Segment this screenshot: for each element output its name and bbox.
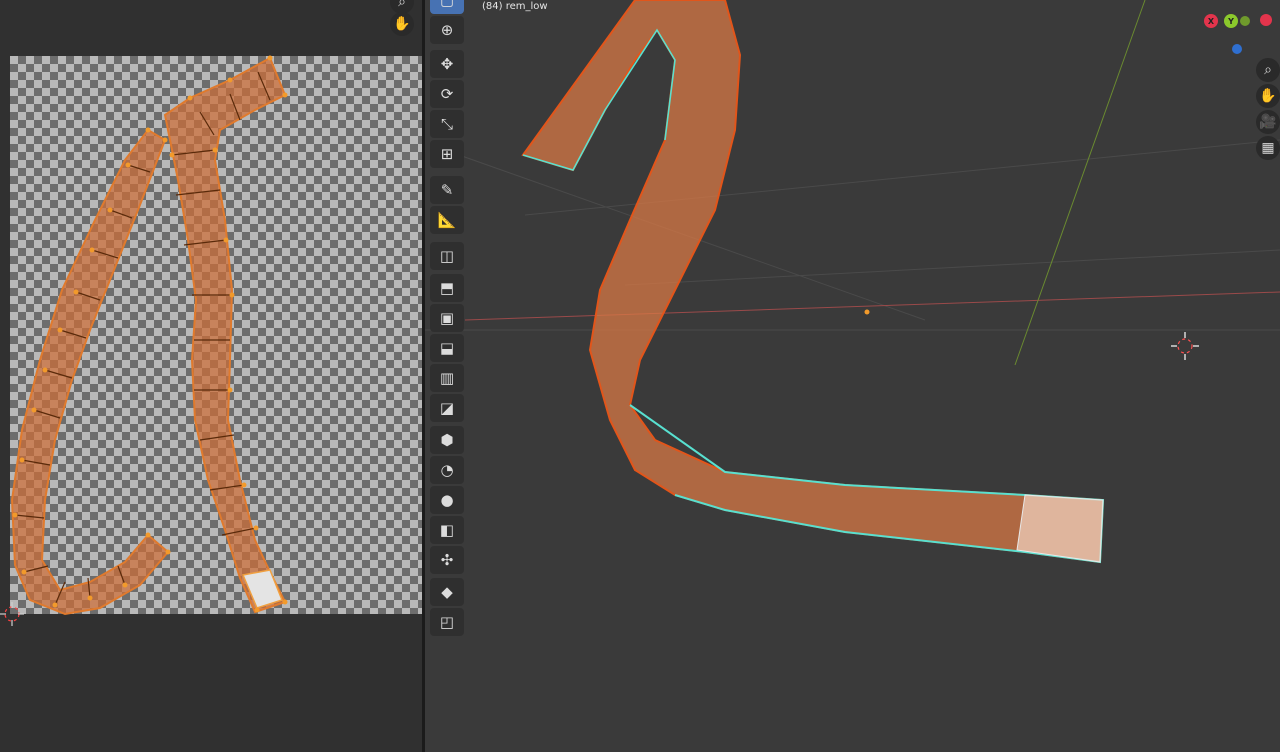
mesh-object-rem-low[interactable]: [521, 0, 1105, 564]
camera-icon[interactable]: 🎥: [1256, 110, 1280, 134]
inset-icon[interactable]: ▣: [430, 304, 464, 332]
viewport-toolbar: ▢ ⊕ ✥ ⟳ ⤡ ⊞ ✎ 📐 ◫ ⬒ ▣ ⬓ ▥ ◪ ⬢ ◔ ● ◧ ✣ ◆ …: [430, 0, 466, 640]
move-icon[interactable]: ✥: [430, 50, 464, 78]
mesh-selected-face[interactable]: [1016, 494, 1104, 563]
uv-cursor-icon[interactable]: [0, 602, 24, 626]
rip-icon[interactable]: ◰: [430, 608, 464, 636]
poly-build-icon[interactable]: ⬢: [430, 426, 464, 454]
measure-icon[interactable]: 📐: [430, 206, 464, 234]
uv-island-left[interactable]: [10, 128, 170, 616]
3d-viewport[interactable]: [425, 0, 1280, 752]
object-origin: [864, 309, 870, 315]
knife-icon[interactable]: ◪: [430, 394, 464, 422]
rotate-icon[interactable]: ⟳: [430, 80, 464, 108]
smooth-icon[interactable]: ●: [430, 486, 464, 514]
bevel-icon[interactable]: ⬓: [430, 334, 464, 362]
viewport-grid: [425, 139, 1280, 331]
spin-icon[interactable]: ◔: [430, 456, 464, 484]
edge-slide-icon[interactable]: ◧: [430, 516, 464, 544]
add-cube-icon[interactable]: ◫: [430, 242, 464, 270]
annotate-icon[interactable]: ✎: [430, 176, 464, 204]
hand-icon[interactable]: ✋: [390, 12, 414, 36]
object-label: (84) rem_low: [482, 1, 548, 12]
x-axis-icon[interactable]: [1260, 14, 1272, 26]
uv-islands[interactable]: [0, 0, 422, 752]
navigation-gizmo[interactable]: X Y: [1200, 4, 1280, 64]
viewport-scene[interactable]: [425, 0, 1280, 752]
z-axis-icon[interactable]: [1232, 44, 1242, 54]
hand-icon[interactable]: ✋: [1256, 84, 1280, 108]
zoom-icon[interactable]: ⌕: [1256, 58, 1280, 82]
y-axis-line: [1014, 0, 1146, 366]
x-axis-line: [464, 291, 1280, 321]
viewport-nav-buttons: ⌕ ✋ 🎥 ▦: [1256, 58, 1280, 168]
uv-selected-face[interactable]: [241, 569, 283, 609]
select-box-icon[interactable]: ▢: [430, 0, 464, 14]
3d-cursor-icon[interactable]: [1171, 332, 1199, 360]
shear-icon[interactable]: ◆: [430, 578, 464, 606]
shrink-fatten-icon[interactable]: ✣: [430, 546, 464, 574]
cursor-icon[interactable]: ⊕: [430, 16, 464, 44]
loop-cut-icon[interactable]: ▥: [430, 364, 464, 392]
transform-icon[interactable]: ⊞: [430, 140, 464, 168]
extrude-icon[interactable]: ⬒: [430, 274, 464, 302]
uv-editor[interactable]: ⌕ ✋: [0, 0, 422, 752]
uv-island-right[interactable]: [163, 56, 287, 614]
x-axis-neg-icon[interactable]: X: [1204, 14, 1218, 28]
grid-icon[interactable]: ▦: [1256, 136, 1280, 160]
y-axis-icon[interactable]: Y: [1224, 14, 1238, 28]
y-axis-neg-icon[interactable]: [1240, 16, 1250, 26]
scale-icon[interactable]: ⤡: [430, 110, 464, 138]
